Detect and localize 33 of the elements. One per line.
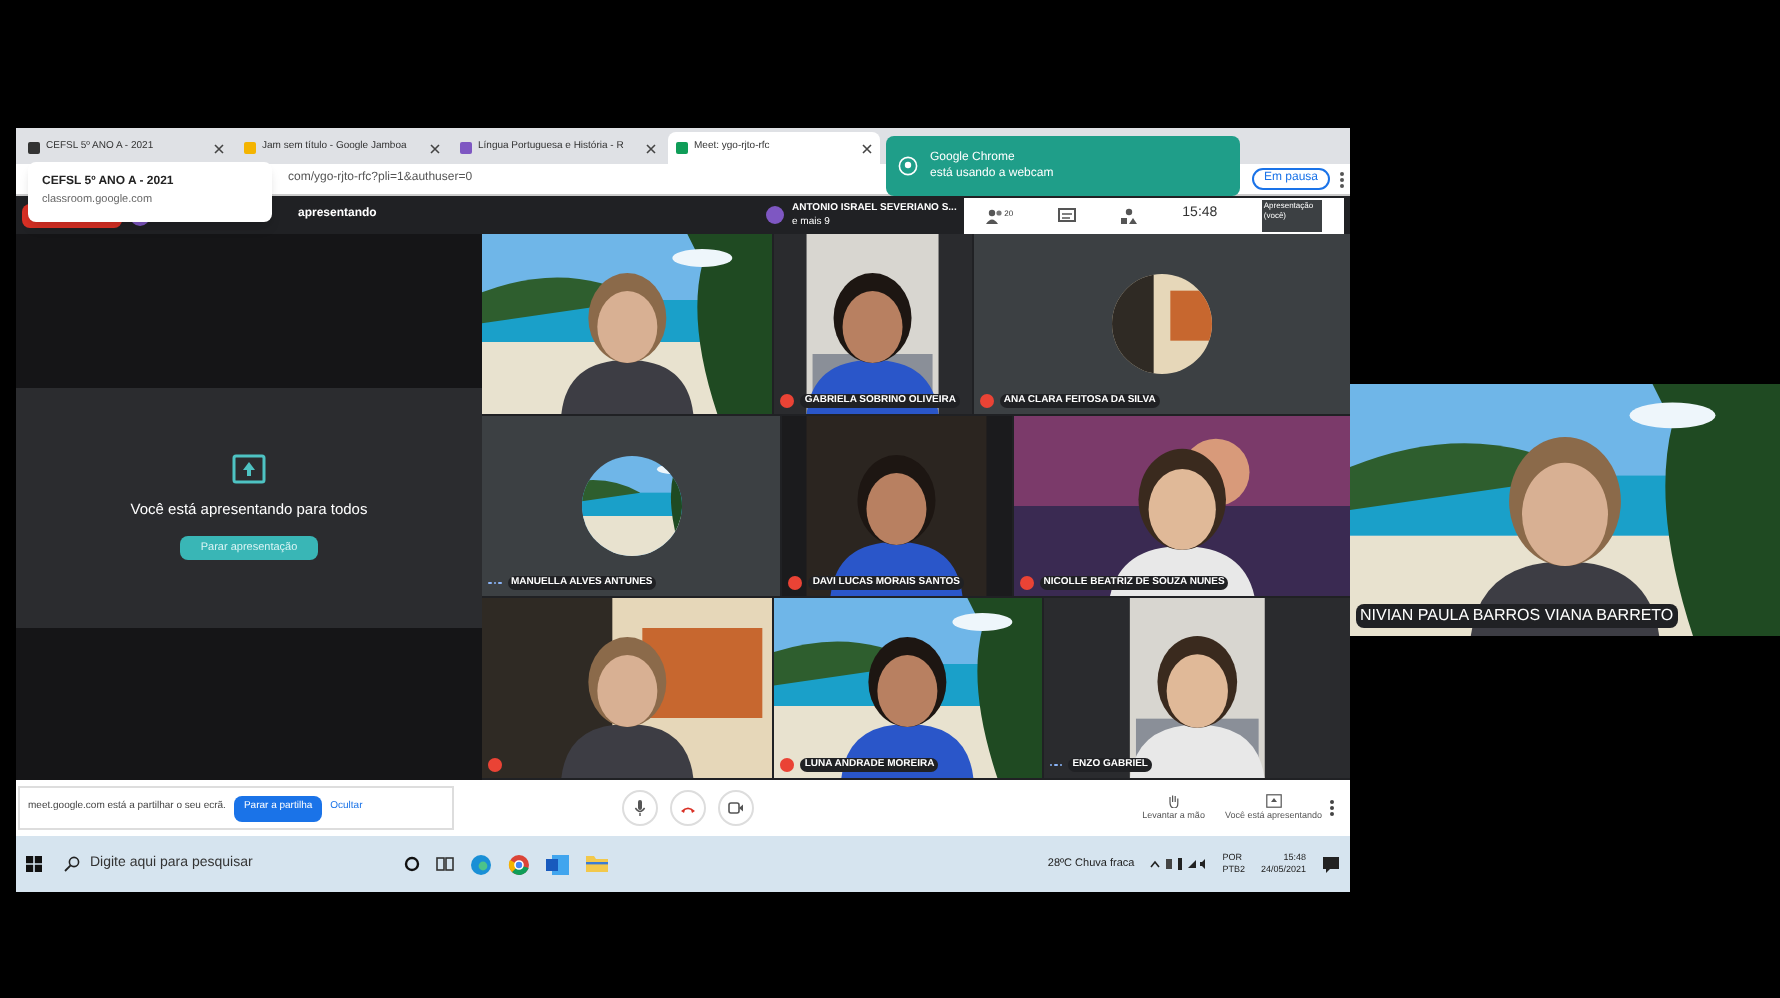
present-icon: [232, 454, 266, 485]
microphone-button[interactable]: [622, 790, 658, 826]
microphone-icon: [634, 800, 646, 816]
camera-icon: [728, 802, 744, 814]
hand-icon: [1167, 793, 1180, 808]
cortana-icon[interactable]: [404, 856, 420, 872]
search-icon: [64, 856, 80, 872]
notifications-icon[interactable]: [1322, 855, 1340, 873]
close-icon[interactable]: [646, 143, 656, 153]
folder-icon[interactable]: [586, 854, 608, 874]
avatar-icon: [766, 206, 784, 224]
edge-icon[interactable]: [470, 853, 492, 875]
tab-icon: [244, 142, 256, 154]
phone-icon: [680, 803, 696, 813]
present-icon: [1265, 793, 1282, 808]
webcam-icon: [898, 156, 918, 176]
people-icon[interactable]: [986, 207, 1005, 223]
menu-icon[interactable]: [1338, 171, 1346, 187]
tab-icon: [460, 142, 472, 154]
windows-icon[interactable]: [26, 856, 42, 872]
participant-name: NIVIAN PAULA BARROS VIANA BARRETO: [1356, 604, 1678, 628]
shapes-icon[interactable]: [1119, 207, 1138, 223]
chat-icon[interactable]: [1057, 207, 1076, 223]
tab-icon: [676, 142, 688, 154]
task-view-icon[interactable]: [436, 856, 454, 872]
close-icon[interactable]: [214, 143, 224, 153]
chrome-icon[interactable]: [508, 853, 530, 875]
tray-icon[interactable]: [1150, 858, 1207, 870]
tab-icon: [28, 142, 40, 154]
close-icon[interactable]: [430, 143, 440, 153]
camera-button[interactable]: [718, 790, 754, 826]
word-icon[interactable]: [546, 853, 570, 875]
close-icon[interactable]: [862, 143, 872, 153]
